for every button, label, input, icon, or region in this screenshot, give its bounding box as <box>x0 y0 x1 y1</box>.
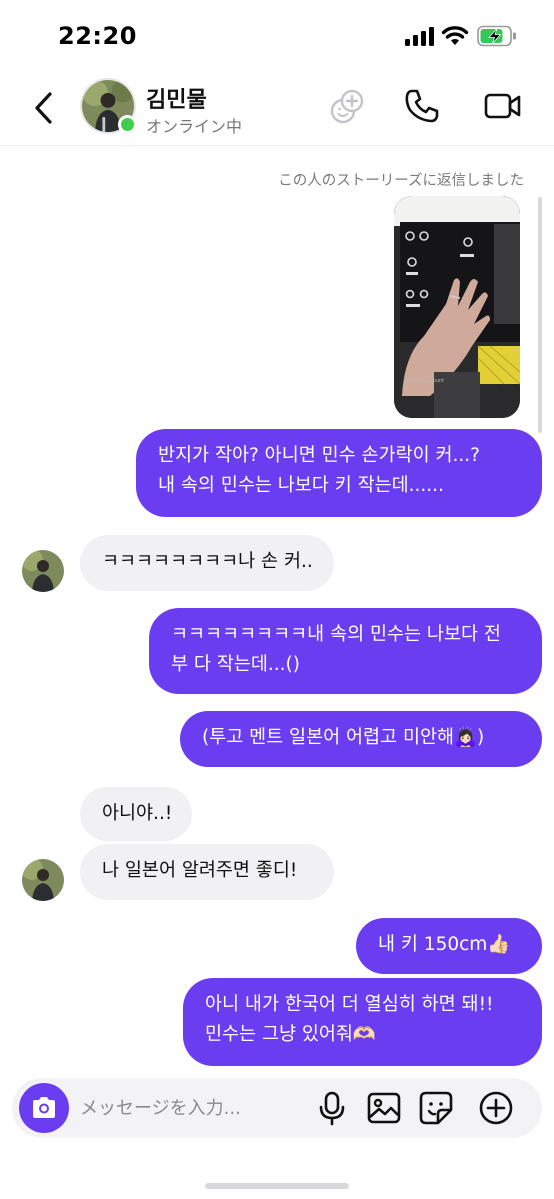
cellular-signal-icon <box>405 27 434 46</box>
status-bar: 22:20 <box>0 0 554 70</box>
status-time: 22:20 <box>58 22 137 50</box>
chat-header: 김민물 オンライン中 <box>0 70 554 146</box>
battery-charging-icon <box>477 25 516 47</box>
home-indicator <box>205 1183 349 1189</box>
add-attachment-icon[interactable] <box>478 1090 514 1126</box>
message-bubble-outgoing[interactable]: 아니 내가 한국어 더 열심히 하면 돼!! 민수는 그냥 있어줘🫶🏻 <box>183 978 542 1066</box>
message-bubble-incoming[interactable]: ㅋㅋㅋㅋㅋㅋㅋㅋ나 손 커.. <box>80 535 334 591</box>
message-bubble-outgoing[interactable]: ㅋㅋㅋㅋㅋㅋㅋㅋ내 속의 민수는 나보다 전 부 다 작는데...() <box>149 608 542 694</box>
message-text: 내 속의 민수는 나보다 키 작는데...... <box>158 475 444 496</box>
online-status-dot <box>118 115 137 134</box>
camera-icon <box>33 1097 55 1118</box>
message-text: (투고 멘트 일본어 어렵고 미안해🙇🏻‍♀️) <box>202 727 485 748</box>
message-text: 내 키 150cm👍🏻 <box>378 934 511 955</box>
message-text: 부 다 작는데...() <box>171 654 300 675</box>
scrollbar[interactable] <box>538 197 542 433</box>
wifi-icon <box>441 26 469 45</box>
chat-screen: 22:20 김민물 オンライン中 この人のストーリーズに返信しました @some… <box>0 0 554 1199</box>
message-bubble-incoming[interactable]: 나 일본어 알려주면 좋디! <box>80 844 334 900</box>
story-reply-note: この人のストーリーズに返信しました <box>278 173 524 189</box>
message-bubble-outgoing[interactable]: (투고 멘트 일본어 어렵고 미안해🙇🏻‍♀️) <box>180 711 542 767</box>
microphone-icon[interactable] <box>314 1090 350 1126</box>
message-text: ㅋㅋㅋㅋㅋㅋㅋㅋ나 손 커.. <box>102 551 313 572</box>
message-bubble-outgoing[interactable]: 반지가 작아? 아니면 민수 손가락이 커...? 내 속의 민수는 나보다 키… <box>136 429 542 517</box>
message-text: 반지가 작아? 아니면 민수 손가락이 커...? <box>158 445 480 466</box>
story-thumbnail[interactable]: @some.account <box>394 196 520 418</box>
contact-avatar[interactable] <box>80 78 137 134</box>
video-call-icon[interactable] <box>484 88 522 124</box>
message-text: 아니 내가 한국어 더 열심히 하면 돼!! <box>205 994 494 1015</box>
message-text: 아니야..! <box>102 803 173 824</box>
message-bubble-incoming[interactable]: 아니야..! <box>80 787 192 841</box>
message-input[interactable] <box>80 1093 300 1123</box>
contact-avatar-small[interactable] <box>22 550 64 592</box>
contact-name[interactable]: 김민물 <box>146 82 207 114</box>
message-text: 나 일본어 알려주면 좋디! <box>102 860 298 881</box>
message-composer <box>12 1078 542 1138</box>
message-list[interactable]: この人のストーリーズに返信しました @some.account 반지가 작아? … <box>0 147 554 1077</box>
camera-button[interactable] <box>19 1083 69 1133</box>
message-text: 민수는 그냥 있어줘🫶🏻 <box>205 1024 376 1045</box>
contact-online-status: オンライン中 <box>146 117 243 136</box>
phone-call-icon[interactable] <box>404 88 440 124</box>
back-arrow-icon[interactable] <box>30 90 56 126</box>
image-gallery-icon[interactable] <box>366 1090 402 1126</box>
message-text: ㅋㅋㅋㅋㅋㅋㅋㅋ내 속의 민수는 나보다 전 <box>171 624 501 645</box>
story-image: @some.account <box>394 196 520 418</box>
svg-text:@some.account: @some.account <box>404 378 444 384</box>
sticker-icon[interactable] <box>418 1090 454 1126</box>
contact-avatar-small[interactable] <box>22 859 64 901</box>
message-bubble-outgoing[interactable]: 내 키 150cm👍🏻 <box>356 918 542 974</box>
add-friend-icon[interactable] <box>328 88 366 126</box>
